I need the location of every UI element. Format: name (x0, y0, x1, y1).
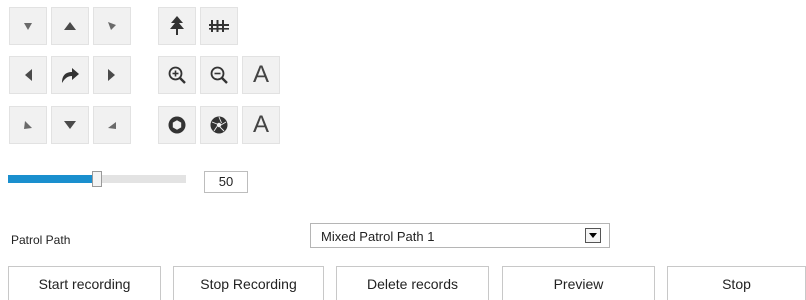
pan-left-button[interactable] (9, 56, 47, 94)
iris-close-button[interactable] (200, 106, 238, 144)
pan-down-left-button[interactable] (9, 106, 47, 144)
tree-icon (170, 16, 184, 35)
patrol-path-selected-value: Mixed Patrol Path 1 (321, 229, 435, 244)
iris-open-button[interactable] (158, 106, 196, 144)
stop-button[interactable]: Stop (667, 266, 806, 300)
arrow-up-right-icon (108, 22, 116, 30)
pan-down-button[interactable] (51, 106, 89, 144)
delete-records-button[interactable]: Delete records (336, 266, 489, 300)
arrow-up-icon (64, 22, 76, 30)
arrow-down-left-icon (24, 121, 32, 129)
arrow-left-icon (25, 69, 32, 81)
focus-near-button[interactable]: A (242, 56, 280, 94)
zoom-in-icon (168, 66, 186, 84)
stop-recording-button[interactable]: Stop Recording (173, 266, 324, 300)
aperture-open-icon (168, 116, 186, 134)
focus-far-button[interactable]: A (242, 106, 280, 144)
speed-value: 50 (204, 171, 248, 193)
pan-right-button[interactable] (93, 56, 131, 94)
arrow-up-left-icon (24, 23, 32, 30)
pan-up-button[interactable] (51, 7, 89, 45)
wide-angle-button[interactable] (158, 7, 196, 45)
pan-down-right-button[interactable] (93, 106, 131, 144)
zoom-out-icon (210, 66, 228, 84)
speed-slider-fill (8, 175, 97, 183)
trees-icon (209, 20, 229, 32)
start-recording-button[interactable]: Start recording (8, 266, 161, 300)
auto-pan-button[interactable] (51, 56, 89, 94)
preview-button[interactable]: Preview (502, 266, 655, 300)
arrow-down-icon (64, 121, 76, 129)
arrow-right-icon (108, 69, 115, 81)
aperture-close-icon (210, 116, 228, 134)
patrol-path-select[interactable]: Mixed Patrol Path 1 (310, 223, 610, 248)
telephoto-button[interactable] (200, 7, 238, 45)
zoom-in-button[interactable] (158, 56, 196, 94)
pan-up-right-button[interactable] (93, 7, 131, 45)
focus-near-glyph: A (252, 61, 269, 88)
focus-far-glyph: A (252, 111, 269, 138)
speed-slider[interactable] (8, 171, 186, 187)
zoom-out-button[interactable] (200, 56, 238, 94)
pan-up-left-button[interactable] (9, 7, 47, 45)
patrol-path-label: Patrol Path (11, 233, 71, 247)
speed-slider-handle[interactable] (92, 171, 102, 187)
redo-arrow-icon (62, 68, 79, 83)
chevron-down-icon[interactable] (585, 228, 601, 243)
arrow-down-right-icon (108, 122, 116, 129)
